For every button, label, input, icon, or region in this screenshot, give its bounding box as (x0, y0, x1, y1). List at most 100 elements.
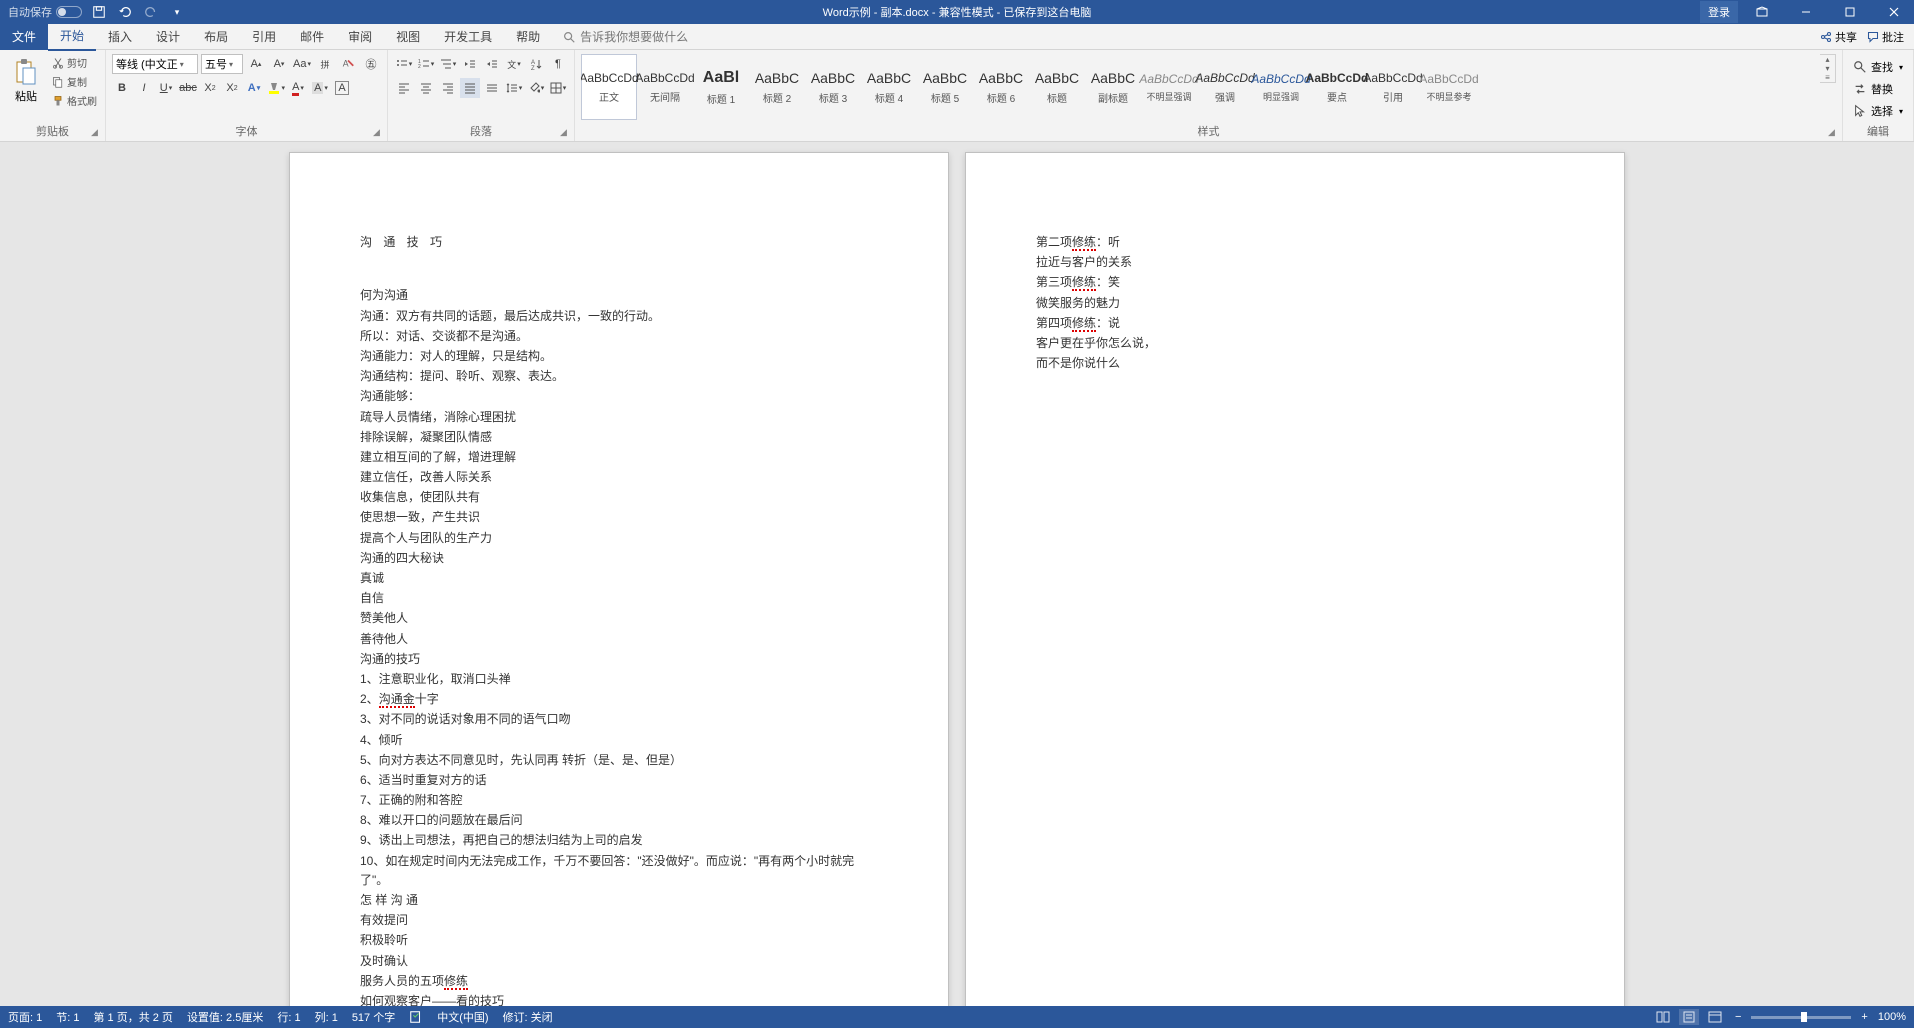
document-line[interactable] (360, 266, 878, 285)
login-button[interactable]: 登录 (1700, 1, 1738, 23)
document-line[interactable]: 使思想一致，产生共识 (360, 508, 878, 527)
align-center-button[interactable] (416, 78, 436, 98)
document-line[interactable]: 沟通能力：对人的理解，只是结构。 (360, 347, 878, 366)
maximize-icon[interactable] (1830, 0, 1870, 24)
document-line[interactable]: 沟通：双方有共同的话题，最后达成共识，一致的行动。 (360, 307, 878, 326)
decrease-indent-button[interactable] (460, 54, 480, 74)
document-line[interactable]: 第三项修练：笑 (1036, 273, 1554, 292)
status-words[interactable]: 517 个字 (352, 1009, 395, 1025)
status-language[interactable]: 中文(中国) (437, 1009, 488, 1025)
replace-button[interactable]: 替换 (1849, 80, 1907, 98)
tab-layout[interactable]: 布局 (192, 23, 240, 50)
document-line[interactable]: 收集信息，使团队共有 (360, 488, 878, 507)
line-spacing-button[interactable] (504, 78, 524, 98)
document-line[interactable]: 建立信任，改善人际关系 (360, 468, 878, 487)
font-dialog-launcher[interactable]: ◢ (373, 127, 385, 139)
document-line[interactable]: 5、向对方表达不同意见时，先认同再 转折（是、是、但是） (360, 751, 878, 770)
superscript-button[interactable]: X2 (222, 78, 242, 98)
style-item-strong[interactable]: AaBbCcDd 要点 (1309, 54, 1365, 120)
gallery-down-icon[interactable]: ▾ (1820, 64, 1835, 73)
multilevel-button[interactable] (438, 54, 458, 74)
show-marks-button[interactable]: ¶ (548, 54, 568, 74)
gallery-up-icon[interactable]: ▴ (1820, 55, 1835, 64)
clipboard-dialog-launcher[interactable]: ◢ (91, 127, 103, 139)
style-item-quote[interactable]: AaBbCcDd 引用 (1365, 54, 1421, 120)
view-print-button[interactable] (1679, 1009, 1699, 1025)
status-position[interactable]: 设置值: 2.5厘米 (187, 1009, 263, 1025)
document-line[interactable]: 9、诱出上司想法，再把自己的想法归结为上司的启发 (360, 831, 878, 850)
document-line[interactable]: 有效提问 (360, 911, 878, 930)
tab-design[interactable]: 设计 (144, 23, 192, 50)
document-line[interactable]: 服务人员的五项修练 (360, 972, 878, 991)
shading-button[interactable] (526, 78, 546, 98)
document-line[interactable]: 2、沟通金十字 (360, 690, 878, 709)
share-button[interactable]: 共享 (1820, 29, 1857, 45)
tell-me-search[interactable]: 告诉我你想要做什么 (552, 28, 688, 45)
find-button[interactable]: 查找▾ (1849, 58, 1907, 76)
tab-home[interactable]: 开始 (48, 22, 96, 51)
document-line[interactable]: 沟 通 技 巧 (360, 233, 878, 252)
change-case-button[interactable]: Aa (292, 54, 312, 74)
zoom-out-button[interactable]: − (1731, 1011, 1745, 1023)
decrease-font-button[interactable]: A▾ (269, 54, 289, 74)
zoom-in-button[interactable]: + (1857, 1011, 1871, 1023)
borders-button[interactable] (548, 78, 568, 98)
document-line[interactable]: 沟通结构：提问、聆听、观察、表达。 (360, 367, 878, 386)
document-line[interactable]: 第四项修练：说 (1036, 314, 1554, 333)
document-line[interactable]: 沟通的四大秘诀 (360, 549, 878, 568)
status-track[interactable]: 修订: 关闭 (503, 1009, 553, 1025)
numbering-button[interactable]: 12 (416, 54, 436, 74)
style-item-nospace[interactable]: AaBbCcDd 无间隔 (637, 54, 693, 120)
save-icon[interactable] (90, 3, 108, 21)
page-1[interactable]: 沟 通 技 巧 何为沟通沟通：双方有共同的话题，最后达成共识，一致的行动。所以：… (289, 152, 949, 1006)
document-line[interactable]: 拉近与客户的关系 (1036, 253, 1554, 272)
style-item-heading6[interactable]: AaBbC 标题 6 (973, 54, 1029, 120)
status-section[interactable]: 节: 1 (56, 1009, 79, 1025)
zoom-level[interactable]: 100% (1878, 1011, 1906, 1023)
style-item-heading3[interactable]: AaBbC 标题 3 (805, 54, 861, 120)
enclose-char-button[interactable]: ㊄ (361, 54, 381, 74)
view-read-button[interactable] (1653, 1009, 1673, 1025)
justify-button[interactable] (460, 78, 480, 98)
strikethrough-button[interactable]: abc (178, 78, 198, 98)
document-line[interactable]: 何为沟通 (360, 286, 878, 305)
page-2[interactable]: 第二项修练：听拉近与客户的关系第三项修练：笑微笑服务的魅力第四项修练：说客户更在… (965, 152, 1625, 1006)
clear-format-button[interactable]: A (338, 54, 358, 74)
document-line[interactable]: 所以：对话、交谈都不是沟通。 (360, 327, 878, 346)
document-line[interactable]: 疏导人员情绪，消除心理困扰 (360, 408, 878, 427)
document-line[interactable]: 4、倾听 (360, 731, 878, 750)
tab-help[interactable]: 帮助 (504, 23, 552, 50)
italic-button[interactable]: I (134, 78, 154, 98)
document-line[interactable]: 沟通的技巧 (360, 650, 878, 669)
close-icon[interactable] (1874, 0, 1914, 24)
undo-icon[interactable] (116, 3, 134, 21)
status-line[interactable]: 行: 1 (277, 1009, 300, 1025)
copy-button[interactable]: 复制 (50, 73, 99, 90)
document-line[interactable]: 而不是你说什么 (1036, 354, 1554, 373)
text-effects-button[interactable]: A (244, 78, 264, 98)
document-line[interactable]: 积极聆听 (360, 931, 878, 950)
paste-button[interactable]: 粘贴 (6, 54, 46, 108)
char-border-button[interactable]: A (332, 78, 352, 98)
increase-indent-button[interactable] (482, 54, 502, 74)
zoom-slider[interactable] (1751, 1016, 1851, 1019)
document-line[interactable]: 善待他人 (360, 630, 878, 649)
status-proof-icon[interactable] (409, 1010, 423, 1024)
minimize-icon[interactable] (1786, 0, 1826, 24)
document-line[interactable]: 客户更在乎你怎么说， (1036, 334, 1554, 353)
view-web-button[interactable] (1705, 1009, 1725, 1025)
tab-review[interactable]: 审阅 (336, 23, 384, 50)
style-item-heading1[interactable]: AaBl 标题 1 (693, 54, 749, 120)
document-line[interactable]: 8、难以开口的问题放在最后问 (360, 811, 878, 830)
select-button[interactable]: 选择▾ (1849, 102, 1907, 120)
style-item-intense-emphasis[interactable]: AaBbCcDd 明显强调 (1253, 54, 1309, 120)
document-line[interactable]: 6、适当时重复对方的话 (360, 771, 878, 790)
gallery-expand-icon[interactable]: ≡ (1820, 73, 1835, 82)
style-item-normal[interactable]: AaBbCcDd 正文 (581, 54, 637, 120)
status-column[interactable]: 列: 1 (315, 1009, 338, 1025)
document-line[interactable]: 自信 (360, 589, 878, 608)
phonetic-guide-button[interactable]: 拼 (315, 54, 335, 74)
qat-more-icon[interactable]: ▾ (168, 3, 186, 21)
increase-font-button[interactable]: A▴ (246, 54, 266, 74)
distribute-button[interactable] (482, 78, 502, 98)
